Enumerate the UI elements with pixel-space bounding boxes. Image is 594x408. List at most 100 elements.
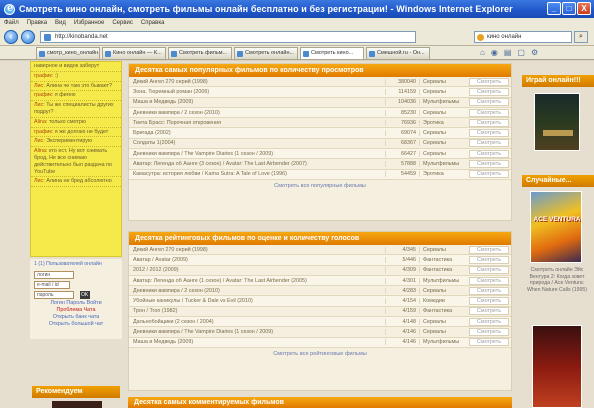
tab-1[interactable]: смотр_кино_онлайн... bbox=[36, 47, 100, 59]
login-links[interactable]: Логин Пароль Войти bbox=[30, 300, 122, 307]
watch-button[interactable]: Смотреть bbox=[469, 245, 509, 254]
random-poster-2[interactable] bbox=[532, 325, 582, 408]
movie-title-link[interactable]: Маша и Медведь (2009) bbox=[131, 99, 385, 105]
feeds-icon[interactable]: ◉ bbox=[491, 48, 498, 57]
close-button[interactable]: X bbox=[577, 2, 591, 15]
menu-help[interactable]: Справка bbox=[141, 20, 165, 26]
chat-username[interactable]: график bbox=[34, 92, 52, 98]
watch-button[interactable]: Смотреть bbox=[469, 170, 509, 179]
login-field[interactable]: логин bbox=[34, 270, 74, 279]
back-arrow-icon[interactable]: ‹ bbox=[4, 30, 18, 44]
chat-username[interactable]: Alina bbox=[34, 119, 46, 125]
movie-title-link[interactable]: Дневники вампира / The Vampire Diaries (… bbox=[131, 151, 385, 157]
chat-username[interactable]: график bbox=[34, 129, 52, 135]
watch-button[interactable]: Смотреть bbox=[469, 338, 509, 347]
movie-genre-link[interactable]: Фантастика bbox=[419, 267, 469, 274]
movie-genre-link[interactable]: Сериалы bbox=[419, 329, 469, 336]
movie-title-link[interactable]: Убойные каникулы / Tucker & Dale vs Evil… bbox=[131, 298, 385, 304]
watch-button[interactable]: Смотреть bbox=[469, 77, 509, 86]
movie-genre-link[interactable]: Сериалы bbox=[419, 140, 469, 147]
tab-5[interactable]: Смотреть кино... bbox=[300, 47, 364, 59]
movie-title-link[interactable]: Дневники вампира / 2 сезон (2010) bbox=[131, 110, 385, 116]
movie-title-link[interactable]: Аватар / Avatar (2009) bbox=[131, 257, 385, 263]
search-input[interactable]: кино онлайн bbox=[474, 31, 572, 43]
login-button[interactable]: OK bbox=[79, 290, 90, 299]
movie-title-link[interactable]: Бригада (2002) bbox=[131, 130, 385, 136]
movie-title-link[interactable]: Дикий Ангел 270 серий (1998) bbox=[131, 79, 385, 85]
movie-title-link[interactable]: Дикий Ангел 270 серий (1998) bbox=[131, 247, 385, 253]
movie-genre-link[interactable]: Сериалы bbox=[419, 109, 469, 116]
movie-genre-link[interactable]: Сериалы bbox=[419, 246, 469, 253]
watch-button[interactable]: Смотреть bbox=[469, 139, 509, 148]
watch-button[interactable]: Смотреть bbox=[469, 255, 509, 264]
popular-all-link[interactable]: Смотреть все популярные фильмы bbox=[129, 180, 511, 192]
poster-caption[interactable]: Смотреть онлайн Эйс Вентура 2: Когда зов… bbox=[526, 267, 588, 293]
watch-button[interactable]: Смотреть bbox=[469, 118, 509, 127]
maximize-button[interactable]: □ bbox=[562, 2, 576, 15]
tab-6[interactable]: Смешной.ru - Он... bbox=[366, 47, 430, 59]
movie-title-link[interactable]: Камасутра: история любви / Kama Sutra: A… bbox=[131, 171, 385, 177]
movie-title-link[interactable]: Маша и Медведь (2009) bbox=[131, 339, 385, 345]
watch-button[interactable]: Смотреть bbox=[469, 149, 509, 158]
movie-genre-link[interactable]: Сериалы bbox=[419, 130, 469, 137]
random-poster[interactable]: ACE VENTURA bbox=[530, 191, 582, 263]
menu-view[interactable]: Вид bbox=[55, 20, 66, 26]
chat-username[interactable]: Лис bbox=[34, 138, 43, 144]
movie-title-link[interactable]: 2012 / 2012 (2009) bbox=[131, 267, 385, 273]
page-icon[interactable]: ▢ bbox=[517, 48, 525, 57]
forward-arrow-icon[interactable]: › bbox=[21, 30, 35, 44]
menu-edit[interactable]: Правка bbox=[27, 20, 47, 26]
watch-button[interactable]: Смотреть bbox=[469, 328, 509, 337]
movie-title-link[interactable]: Тиета Брасс: Порочная откровения bbox=[131, 120, 385, 126]
chat-username[interactable]: Лис bbox=[34, 83, 43, 89]
movie-genre-link[interactable]: Мультфильмы bbox=[419, 339, 469, 346]
watch-button[interactable]: Смотреть bbox=[469, 317, 509, 326]
print-icon[interactable]: ▤ bbox=[504, 48, 512, 57]
home-icon[interactable]: ⌂ bbox=[480, 48, 485, 57]
watch-button[interactable]: Смотреть bbox=[469, 98, 509, 107]
movie-genre-link[interactable]: Сериалы bbox=[419, 318, 469, 325]
search-icon[interactable]: ⌕ bbox=[574, 31, 588, 43]
movie-title-link[interactable]: Аватар: Легенда об Аанге (3 сезон) / Ava… bbox=[131, 161, 385, 167]
movie-title-link[interactable]: Аватар: Легенда об Аанге (1 сезон) / Ava… bbox=[131, 278, 385, 284]
watch-button[interactable]: Смотреть bbox=[469, 307, 509, 316]
open-chat-link[interactable]: Открыть большой чат bbox=[30, 321, 122, 328]
movie-title-link[interactable]: Дневники вампира / The Vampire Diaries (… bbox=[131, 329, 385, 335]
watch-button[interactable]: Смотреть bbox=[469, 276, 509, 285]
movie-genre-link[interactable]: Фантастика bbox=[419, 308, 469, 315]
watch-button[interactable]: Смотреть bbox=[469, 286, 509, 295]
movie-title-link[interactable]: Дневники вампира / 2 сезон (2010) bbox=[131, 288, 385, 294]
tab-2[interactable]: Кино онлайн — К... bbox=[102, 47, 166, 59]
chat-username[interactable]: график bbox=[34, 73, 52, 79]
watch-button[interactable]: Смотреть bbox=[469, 108, 509, 117]
movie-genre-link[interactable]: Мультфильмы bbox=[419, 277, 469, 284]
chat-username[interactable]: Лис bbox=[34, 102, 43, 108]
watch-button[interactable]: Смотреть bbox=[469, 160, 509, 169]
movie-genre-link[interactable]: Сериалы bbox=[419, 287, 469, 294]
movie-genre-link[interactable]: Комедии bbox=[419, 298, 469, 305]
tab-3[interactable]: Смотреть фильм... bbox=[168, 47, 232, 59]
movie-genre-link[interactable]: Мультфильмы bbox=[419, 99, 469, 106]
tools-gear-icon[interactable]: ⚙ bbox=[531, 48, 538, 57]
movie-title-link[interactable]: Трон / Tron (1982) bbox=[131, 308, 385, 314]
url-input[interactable]: http://kinobanda.net bbox=[40, 31, 416, 43]
watch-button[interactable]: Смотреть bbox=[469, 87, 509, 96]
movie-genre-link[interactable]: Эротика bbox=[419, 171, 469, 178]
menu-file[interactable]: Файл bbox=[4, 20, 19, 26]
chat-username[interactable]: Alina bbox=[34, 148, 46, 154]
rated-all-link[interactable]: Смотреть все рейтинговые фильмы bbox=[129, 348, 511, 360]
movie-genre-link[interactable]: Сериалы bbox=[419, 88, 469, 95]
movie-title-link[interactable]: Дальнобойщики (2 сезон / 2004) bbox=[131, 319, 385, 325]
menu-tools[interactable]: Сервис bbox=[112, 20, 133, 26]
game-banner[interactable] bbox=[534, 93, 580, 151]
movie-title-link[interactable]: Солдаты 1(2004) bbox=[131, 140, 385, 146]
minimize-button[interactable]: _ bbox=[547, 2, 561, 15]
menu-favorites[interactable]: Избранное bbox=[74, 20, 104, 26]
movie-title-link[interactable]: Зона. Тюремный роман (2006) bbox=[131, 89, 385, 95]
movie-genre-link[interactable]: Мультфильмы bbox=[419, 161, 469, 168]
recommended-poster[interactable] bbox=[52, 401, 102, 408]
password-field[interactable]: пароль bbox=[34, 290, 74, 299]
email-field[interactable]: e-mail / id bbox=[34, 280, 70, 289]
movie-genre-link[interactable]: Сериалы bbox=[419, 150, 469, 157]
tab-4[interactable]: Смотреть онлайн... bbox=[234, 47, 298, 59]
